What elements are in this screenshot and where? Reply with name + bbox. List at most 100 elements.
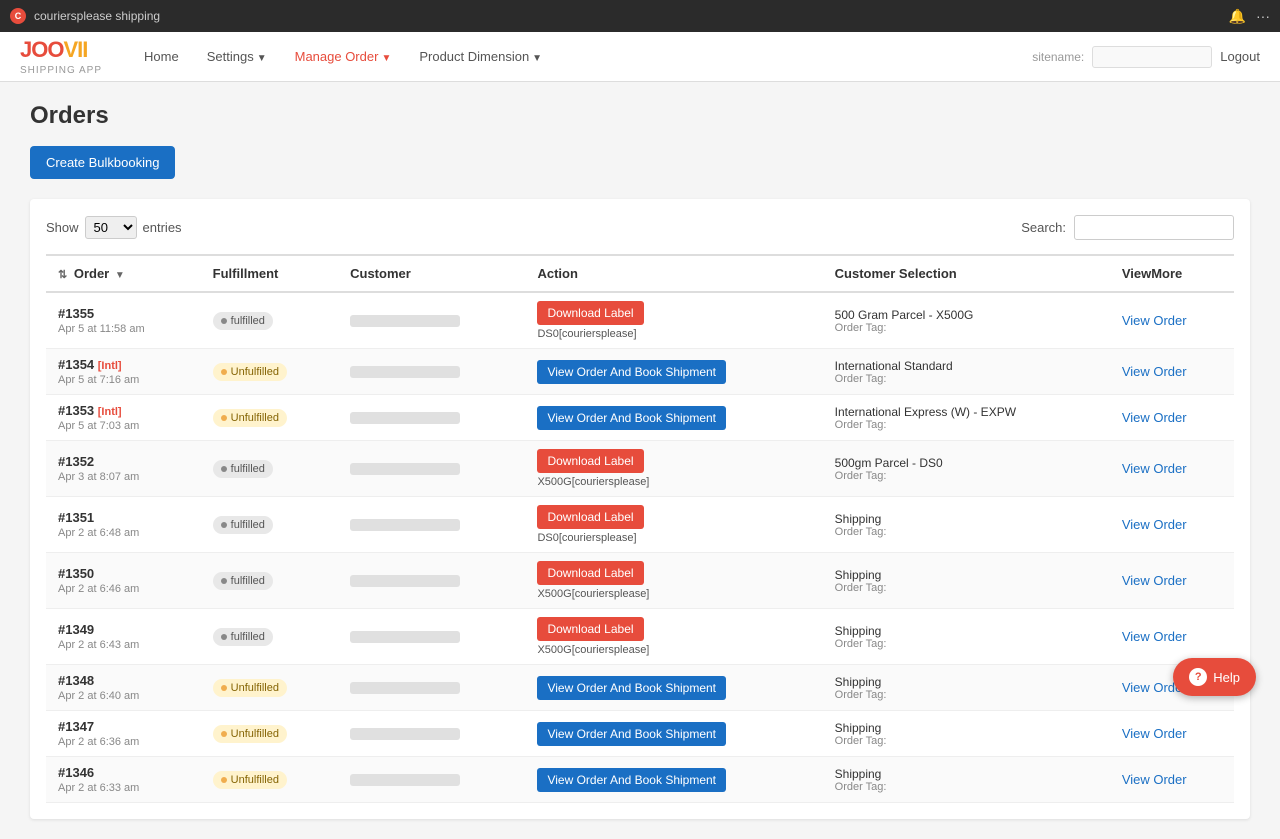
unfulfilled-badge: Unfulfilled <box>213 409 287 427</box>
view-order-book-shipment-button[interactable]: View Order And Book Shipment <box>537 406 726 430</box>
view-more-cell: View Order <box>1110 553 1234 609</box>
help-button[interactable]: ? Help <box>1173 658 1256 696</box>
order-id: #1348 <box>58 673 189 688</box>
create-bulkbooking-button[interactable]: Create Bulkbooking <box>30 146 175 179</box>
cs-main: International Express (W) - EXPW <box>835 405 1098 419</box>
view-order-book-shipment-button[interactable]: View Order And Book Shipment <box>537 676 726 700</box>
fulfillment-cell: Unfulfilled <box>201 665 338 711</box>
nav-item-home[interactable]: Home <box>132 41 191 72</box>
badge-dot <box>221 369 227 375</box>
customer-placeholder <box>350 519 460 531</box>
view-more-cell: View Order <box>1110 757 1234 803</box>
orders-table-container: Show 50 25 100 entries Search: ⇅ Order <box>30 199 1250 819</box>
download-label-button[interactable]: Download Label <box>537 561 643 585</box>
cs-main: Shipping <box>835 568 1098 582</box>
search-bar: Search: <box>1021 215 1234 240</box>
unfulfilled-badge: Unfulfilled <box>213 363 287 381</box>
intl-badge: [Intl] <box>98 360 122 372</box>
th-action: Action <box>525 255 822 292</box>
filter-icon: ▼ <box>115 270 125 281</box>
download-label-button[interactable]: Download Label <box>537 505 643 529</box>
title-bar: C couriersplease shipping 🔔 ··· <box>0 0 1280 32</box>
unfulfilled-badge: Unfulfilled <box>213 771 287 789</box>
main-content: Orders Create Bulkbooking Show 50 25 100… <box>0 82 1280 839</box>
table-row: #1354 [Intl]Apr 5 at 7:16 am Unfulfilled V… <box>46 349 1234 395</box>
cs-main: Shipping <box>835 767 1098 781</box>
customer-selection-cell: ShippingOrder Tag: <box>823 757 1110 803</box>
table-row: #1347Apr 2 at 6:36 amUnfulfilledView Ord… <box>46 711 1234 757</box>
fulfilled-badge: fulfilled <box>213 628 273 646</box>
customer-placeholder <box>350 682 460 694</box>
th-order[interactable]: ⇅ Order ▼ <box>46 255 201 292</box>
download-label-button[interactable]: Download Label <box>537 301 643 325</box>
view-order-link[interactable]: View Order <box>1122 313 1187 328</box>
customer-selection-cell: 500 Gram Parcel - X500GOrder Tag: <box>823 292 1110 349</box>
view-order-link[interactable]: View Order <box>1122 629 1187 644</box>
order-date: Apr 2 at 6:48 am <box>58 527 189 539</box>
customer-cell <box>338 553 525 609</box>
sitename-input[interactable] <box>1092 46 1212 68</box>
badge-dot <box>221 318 227 324</box>
download-label-button[interactable]: Download Label <box>537 617 643 641</box>
order-id: #1350 <box>58 566 189 581</box>
fulfillment-cell: fulfilled <box>201 292 338 349</box>
nav-item-product-dimension[interactable]: Product Dimension▼ <box>407 41 554 72</box>
sitename-label: sitename: <box>1032 50 1084 64</box>
view-order-link[interactable]: View Order <box>1122 410 1187 425</box>
cs-main: 500 Gram Parcel - X500G <box>835 308 1098 322</box>
view-order-link[interactable]: View Order <box>1122 517 1187 532</box>
view-order-book-shipment-button[interactable]: View Order And Book Shipment <box>537 360 726 384</box>
customer-selection-cell: ShippingOrder Tag: <box>823 665 1110 711</box>
order-cell: #1349Apr 2 at 6:43 am <box>46 609 201 665</box>
action-cell: Download LabelX500G[couriersplease] <box>525 609 822 665</box>
customer-selection-cell: ShippingOrder Tag: <box>823 497 1110 553</box>
download-label-button[interactable]: Download Label <box>537 449 643 473</box>
cs-sub: Order Tag: <box>835 689 1098 701</box>
view-more-cell: View Order <box>1110 395 1234 441</box>
logo-text: JOOVII <box>20 37 102 63</box>
cs-main: Shipping <box>835 624 1098 638</box>
order-id: #1346 <box>58 765 189 780</box>
table-row: #1346Apr 2 at 6:33 amUnfulfilledView Ord… <box>46 757 1234 803</box>
action-sub: X500G[couriersplease] <box>537 476 810 488</box>
search-input[interactable] <box>1074 215 1234 240</box>
view-order-link[interactable]: View Order <box>1122 772 1187 787</box>
nav-item-settings[interactable]: Settings▼ <box>195 41 279 72</box>
search-label: Search: <box>1021 220 1066 235</box>
view-order-link[interactable]: View Order <box>1122 726 1187 741</box>
cs-sub: Order Tag: <box>835 735 1098 747</box>
customer-selection-cell: International Express (W) - EXPWOrder Ta… <box>823 395 1110 441</box>
order-cell: #1350Apr 2 at 6:46 am <box>46 553 201 609</box>
more-icon[interactable]: ··· <box>1256 8 1270 24</box>
order-cell: #1347Apr 2 at 6:36 am <box>46 711 201 757</box>
view-more-cell: View Order <box>1110 609 1234 665</box>
view-order-book-shipment-button[interactable]: View Order And Book Shipment <box>537 768 726 792</box>
nav-item-manage-order[interactable]: Manage Order▼ <box>283 41 404 72</box>
cs-main: 500gm Parcel - DS0 <box>835 456 1098 470</box>
logout-button[interactable]: Logout <box>1220 49 1260 64</box>
fulfilled-badge: fulfilled <box>213 312 273 330</box>
customer-selection-cell: International StandardOrder Tag: <box>823 349 1110 395</box>
action-sub: DS0[couriersplease] <box>537 328 810 340</box>
order-cell: #1354 [Intl]Apr 5 at 7:16 am <box>46 349 201 395</box>
app-icon: C <box>10 8 26 24</box>
help-icon: ? <box>1189 668 1207 686</box>
view-order-link[interactable]: View Order <box>1122 461 1187 476</box>
order-cell: #1355Apr 5 at 11:58 am <box>46 292 201 349</box>
badge-dot <box>221 578 227 584</box>
view-order-book-shipment-button[interactable]: View Order And Book Shipment <box>537 722 726 746</box>
bell-icon[interactable]: 🔔 <box>1229 8 1246 25</box>
cs-main: Shipping <box>835 512 1098 526</box>
view-more-cell: View Order <box>1110 441 1234 497</box>
action-cell: View Order And Book Shipment <box>525 349 822 395</box>
order-id: #1353 [Intl] <box>58 403 189 418</box>
entries-select[interactable]: 50 25 100 <box>85 216 137 239</box>
nav-right: sitename: Logout <box>1032 46 1260 68</box>
title-bar-text: couriersplease shipping <box>34 9 1221 23</box>
intl-badge: [Intl] <box>98 406 122 418</box>
view-order-link[interactable]: View Order <box>1122 573 1187 588</box>
customer-placeholder <box>350 315 460 327</box>
table-controls: Show 50 25 100 entries Search: <box>46 215 1234 240</box>
customer-cell <box>338 349 525 395</box>
view-order-link[interactable]: View Order <box>1122 364 1187 379</box>
